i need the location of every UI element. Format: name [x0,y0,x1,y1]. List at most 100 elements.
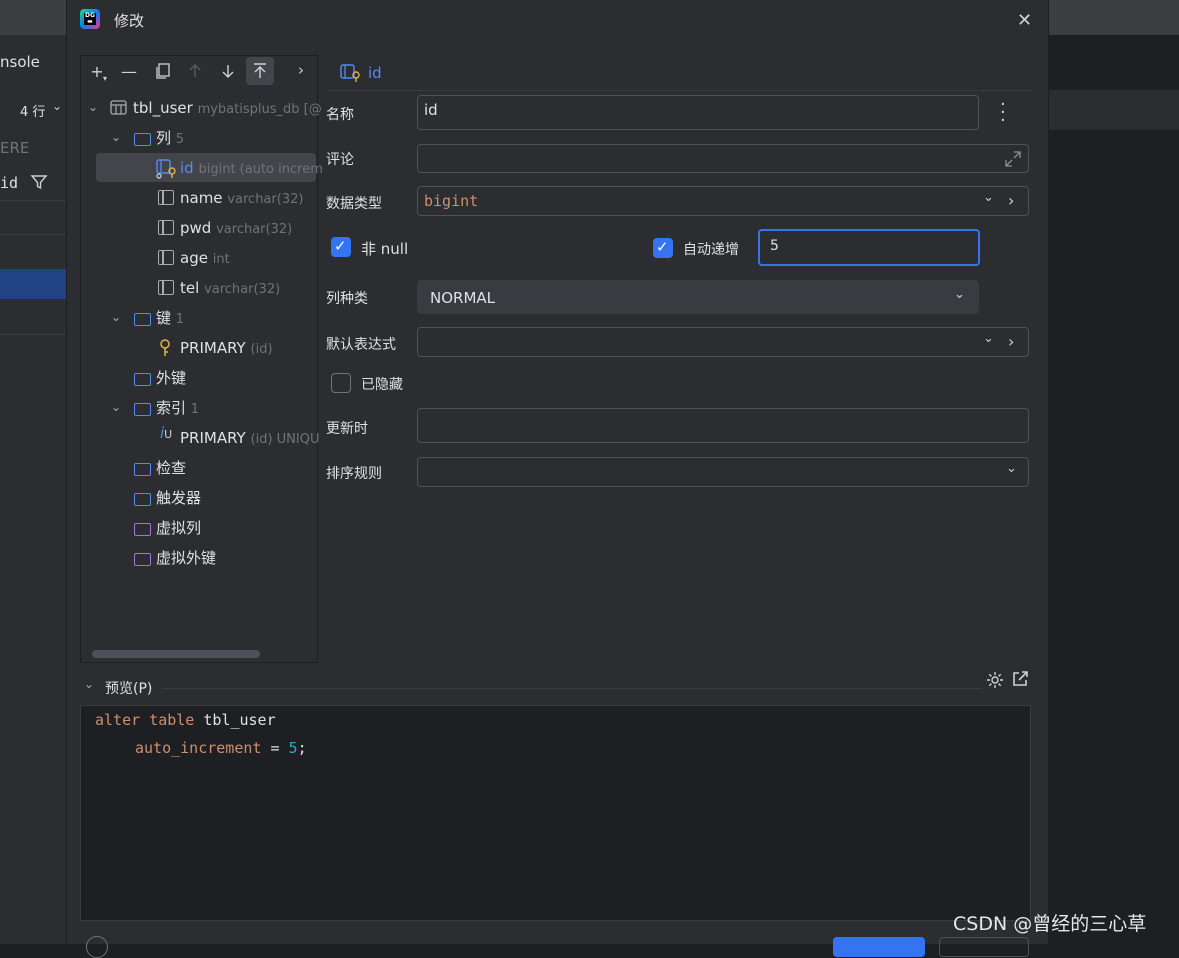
tree-row-table[interactable]: tbl_user mybatisplus_db [@ [133,93,322,123]
help-icon[interactable] [86,936,108,958]
copy-icon[interactable] [154,62,172,80]
folder-label: 列 [156,129,172,147]
column-icon [158,280,174,295]
chevron-down-icon[interactable]: ⌄ [111,310,121,324]
filter-icon[interactable] [30,173,48,191]
column-kind-label: 列种类 [326,291,368,307]
tree-scrollbar[interactable] [92,650,260,658]
datatype-value: bigint [424,192,479,210]
primary-key-column-icon [340,63,362,83]
tree-row-column-id[interactable]: id bigint (auto increm [180,153,323,183]
sql-preview[interactable]: alter table tbl_user auto_increment = 5; [80,705,1031,921]
tab-id[interactable]: id [368,64,382,82]
more-options-icon[interactable]: · · · [1000,96,1006,130]
tree-row-primary-key[interactable]: PRIMARY (id) [180,333,273,363]
table-meta: mybatisplus_db [@ [197,102,322,117]
cancel-button[interactable] [939,937,1029,957]
folder-label: 检查 [156,459,187,477]
on-update-label: 更新时 [326,421,368,437]
rows-count[interactable]: 4 行 [20,101,45,120]
folder-icon [134,463,151,476]
tree-row-column-age[interactable]: age int [180,243,230,273]
column-type: varchar(32) [204,282,281,297]
chevron-down-icon[interactable]: ⌄ [954,287,965,302]
collation-select[interactable]: ⌄ [417,457,1029,487]
hidden-checkbox[interactable] [331,373,351,393]
column-type: varchar(32) [227,192,304,207]
tree-row-column-name[interactable]: name varchar(32) [180,183,303,213]
folder-icon [134,403,151,416]
auto-increment-input[interactable]: 5 [758,229,980,266]
column-name: age [180,249,208,267]
open-external-icon[interactable] [1011,670,1029,688]
virtual-folder-icon [134,523,151,536]
column-name: id [180,159,194,177]
move-up-icon[interactable] [186,62,204,80]
tree-row-column-tel[interactable]: tel varchar(32) [180,273,280,303]
name-value: id [424,101,438,119]
column-icon [158,220,174,235]
key-icon [158,339,172,357]
column-type: bigint (auto increm [198,162,323,177]
default-expression-field[interactable]: ⌄ › [417,327,1029,357]
gear-icon[interactable] [985,670,1005,690]
folder-count: 1 [190,402,200,417]
expand-icon[interactable] [1003,149,1023,169]
watermark: CSDN @曾经的三心草 [953,913,1147,935]
column-kind-select[interactable]: NORMAL ⌄ [417,280,979,314]
folder-label: 键 [156,309,172,327]
tree-row-foreign-keys[interactable]: 外键 [156,363,186,393]
preview-divider [162,688,982,689]
chevron-down-icon[interactable]: ⌄ [111,400,121,414]
on-update-field[interactable] [417,408,1029,443]
id-column-header[interactable]: id [0,174,18,192]
close-icon[interactable]: ✕ [1017,10,1032,31]
comment-label: 评论 [326,152,354,168]
default-expression-label: 默认表达式 [326,337,396,353]
chevron-down-icon[interactable]: ⌄ [1006,461,1017,476]
chevron-down-icon[interactable]: ⌄ [88,100,98,114]
not-null-checkbox[interactable] [331,237,351,257]
auto-increment-value: 5 [770,238,779,254]
index-meta: (id) UNIQU [250,432,320,447]
tree-row-virtual-fks[interactable]: 虚拟外键 [156,543,216,573]
chevron-down-icon[interactable]: ⌄ [983,331,994,346]
tree-row-triggers[interactable]: 触发器 [156,483,201,513]
tree-row-column-pwd[interactable]: pwd varchar(32) [180,213,292,243]
add-dropdown-icon[interactable]: ▾ [103,74,107,83]
datatype-field[interactable]: bigint ⌄ › [417,186,1029,216]
ide-left-panel [0,35,66,944]
auto-increment-checkbox[interactable] [653,238,673,258]
preview-label[interactable]: 预览(P) [105,678,152,698]
chevron-down-icon[interactable]: ⌄ [983,190,994,205]
comment-field[interactable] [417,144,1029,173]
console-tab[interactable]: nsole [0,53,40,71]
folder-count: 1 [175,312,185,327]
table-icon [110,100,127,115]
tree-row-checks[interactable]: 检查 [156,453,186,483]
move-top-icon[interactable] [251,62,269,80]
chevron-down-icon[interactable]: ⌄ [52,99,62,113]
chevron-down-icon[interactable]: ⌄ [111,130,121,144]
chevron-right-icon[interactable]: › [1008,332,1014,351]
hidden-label: 已隐藏 [361,377,403,393]
folder-icon [134,373,151,386]
tree-row-primary-index[interactable]: PRIMARY (id) UNIQU [180,423,319,453]
chevron-down-icon[interactable]: ⌄ [84,677,94,691]
ok-button[interactable] [833,937,925,957]
move-down-icon[interactable] [219,62,237,80]
remove-icon[interactable]: — [118,62,140,81]
name-field[interactable]: id [417,95,979,130]
key-name: PRIMARY [180,339,246,357]
ide-right-panel [1047,35,1179,944]
sql-keyword: auto_increment [135,739,262,757]
selected-row[interactable] [0,269,66,299]
tree-row-columns[interactable]: 列 5 [156,123,184,153]
tree-row-virtual-columns[interactable]: 虚拟列 [156,513,201,543]
chevron-right-icon[interactable]: › [298,61,304,79]
tree-row-keys[interactable]: 键 1 [156,303,184,333]
chevron-right-icon[interactable]: › [1008,191,1014,210]
tree-row-indexes[interactable]: 索引 1 [156,393,199,423]
column-icon [158,190,174,205]
datatype-label: 数据类型 [326,196,382,212]
